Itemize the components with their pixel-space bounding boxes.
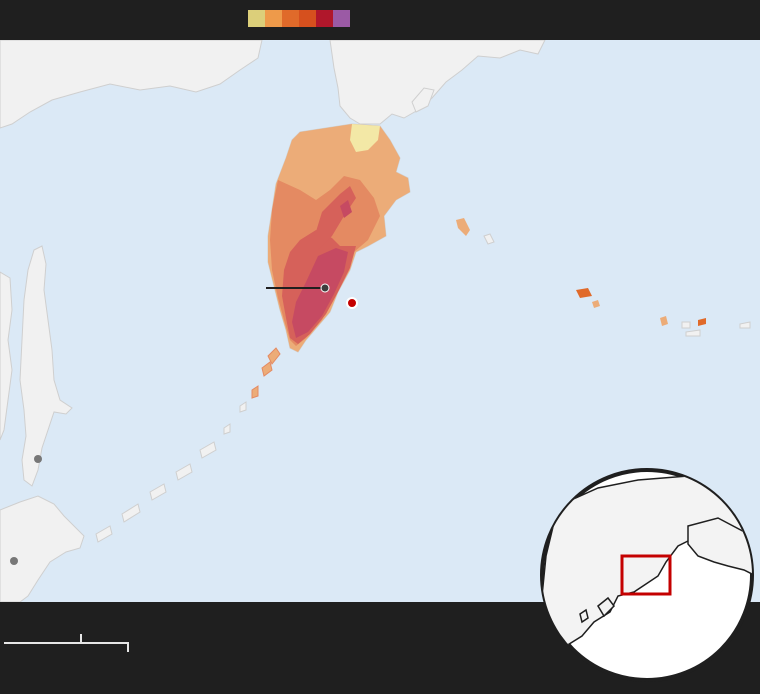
kuril-islands bbox=[95, 347, 281, 543]
scale-line bbox=[4, 642, 128, 644]
epicenter-marker[interactable] bbox=[346, 297, 358, 309]
sakhalin-island bbox=[19, 245, 73, 487]
legend-swatch-1 bbox=[248, 10, 265, 27]
legend-swatch-5 bbox=[316, 10, 333, 27]
hokkaido-island bbox=[0, 495, 85, 602]
city-marker-hokkaido[interactable] bbox=[10, 557, 18, 565]
legend-swatch-6 bbox=[333, 10, 350, 27]
globe-svg bbox=[540, 468, 754, 682]
scale-tick-mid bbox=[80, 634, 82, 644]
top-bar bbox=[0, 0, 760, 40]
legend-swatch-4 bbox=[299, 10, 316, 27]
legend-swatch-2 bbox=[265, 10, 282, 27]
legend-swatch-3 bbox=[282, 10, 299, 27]
city-marker-sakhalin[interactable] bbox=[34, 455, 42, 463]
scale-tick-end bbox=[127, 642, 129, 652]
mainland-coast-northwest bbox=[0, 40, 263, 129]
aleutian-islands bbox=[576, 288, 751, 337]
mainland-coast-west bbox=[0, 271, 13, 441]
intensity-legend bbox=[248, 10, 350, 27]
locator-globe bbox=[538, 466, 756, 684]
commander-islands bbox=[456, 218, 495, 245]
mainland-coast-northeast bbox=[329, 40, 546, 125]
scale-bar bbox=[4, 632, 130, 654]
city-marker-petropavlovsk[interactable] bbox=[320, 283, 330, 293]
